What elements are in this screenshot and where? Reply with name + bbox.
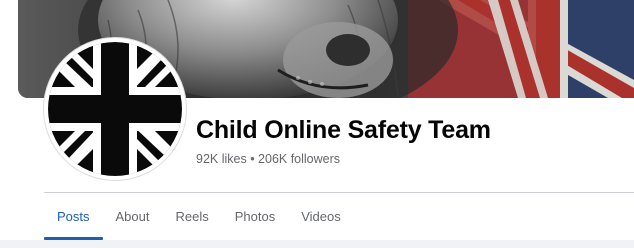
tab-reels[interactable]: Reels [163, 193, 222, 240]
tab-videos[interactable]: Videos [288, 193, 354, 240]
tab-photos[interactable]: Photos [222, 193, 288, 240]
profile-tabs: Posts About Reels Photos Videos [44, 193, 354, 240]
page-title: Child Online Safety Team [196, 116, 491, 144]
tab-posts[interactable]: Posts [44, 193, 103, 240]
profile-card: Child Online Safety Team 92K likes • 206… [0, 0, 634, 240]
page-stats[interactable]: 92K likes • 206K followers [196, 152, 340, 166]
tab-about[interactable]: About [103, 193, 163, 240]
profile-avatar[interactable] [44, 38, 186, 180]
facebook-page-header: Child Online Safety Team 92K likes • 206… [0, 0, 634, 248]
